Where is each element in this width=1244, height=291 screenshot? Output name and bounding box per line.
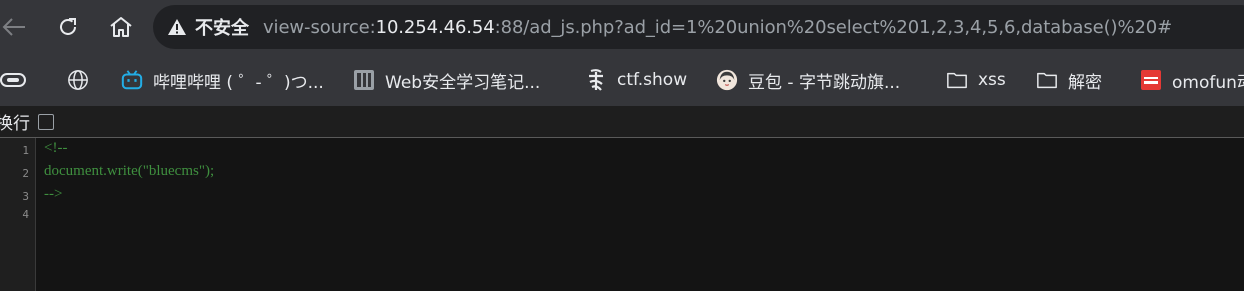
line-wrap-label: 换行 — [0, 114, 30, 134]
bookmark-label: Web安全学习笔记... — [385, 72, 541, 93]
address-bar[interactable]: 不安全 view-source:10.254.46.54:88/ad_js.ph… — [153, 5, 1244, 49]
bookmark-bilibili[interactable]: 哔哩哔哩 ( ゜- ゜)つ... — [121, 68, 324, 93]
folder-icon — [946, 69, 968, 91]
bookmarks-bar: 哔哩哔哩 ( ゜- ゜)つ... Web安全学习笔记... ctf.show 豆… — [0, 54, 1244, 106]
bookmark-label: 豆包 - 字节跳动旗... — [748, 72, 901, 93]
bookmark-label: omofun动 — [1172, 72, 1244, 93]
not-secure-label[interactable]: 不安全 — [195, 14, 249, 40]
url-path: :88/ad_js.php?ad_id=1%20union%20select%2… — [494, 16, 1173, 38]
book-icon — [353, 69, 375, 91]
line-wrap-bar: 换行 — [0, 106, 1244, 137]
bookmark-omofun[interactable]: omofun动 — [1140, 68, 1244, 93]
reload-button[interactable] — [52, 11, 84, 43]
bookmark-label: ctf.show — [617, 70, 688, 90]
line-number: 4 — [22, 208, 29, 221]
bookmark-ctfshow[interactable]: ctf.show — [585, 68, 687, 92]
url-scheme: view-source: — [263, 16, 376, 38]
ctfshow-icon — [585, 69, 607, 91]
bookmark-label: xss — [978, 70, 1006, 90]
bookmark-doubao[interactable]: 豆包 - 字节跳动旗... — [716, 68, 901, 93]
tab-groups-icon — [0, 69, 28, 91]
source-line: --> — [44, 186, 63, 202]
doubao-icon — [716, 69, 738, 91]
source-view: 1 2 3 4 <!-- document.write("bluecms"); … — [0, 138, 1244, 291]
bookmark-label: 解密 — [1068, 72, 1102, 93]
source-line: document.write("bluecms"); — [44, 163, 215, 179]
home-button[interactable] — [105, 11, 137, 43]
tab-groups-button[interactable] — [0, 68, 38, 92]
line-number: 2 — [22, 167, 29, 180]
home-icon — [110, 17, 132, 37]
warning-icon[interactable] — [167, 17, 187, 37]
back-button[interactable] — [0, 11, 30, 43]
source-line: <!-- — [44, 140, 68, 156]
bookmark-web-security-notes[interactable]: Web安全学习笔记... — [353, 68, 541, 93]
bookmark-folder-decrypt[interactable]: 解密 — [1036, 68, 1102, 93]
folder-icon — [1036, 69, 1058, 91]
back-arrow-icon — [2, 18, 25, 36]
line-number-gutter: 1 2 3 4 — [0, 138, 36, 291]
url-host: 10.254.46.54 — [375, 16, 495, 38]
line-number: 1 — [22, 144, 29, 157]
omofun-icon — [1140, 69, 1162, 91]
browser-toolbar: 不安全 view-source:10.254.46.54:88/ad_js.ph… — [0, 0, 1244, 54]
bookmark-folder-xss[interactable]: xss — [946, 68, 1006, 92]
line-wrap-checkbox[interactable] — [38, 113, 54, 130]
line-number: 3 — [22, 190, 29, 203]
globe-icon — [67, 69, 89, 91]
bilibili-icon — [121, 69, 143, 91]
bookmark-label: 哔哩哔哩 ( ゜- ゜)つ... — [153, 72, 324, 93]
reload-icon — [60, 18, 76, 35]
url-text[interactable]: view-source:10.254.46.54:88/ad_js.php?ad… — [263, 17, 1172, 38]
globe-bookmark[interactable] — [67, 68, 99, 92]
